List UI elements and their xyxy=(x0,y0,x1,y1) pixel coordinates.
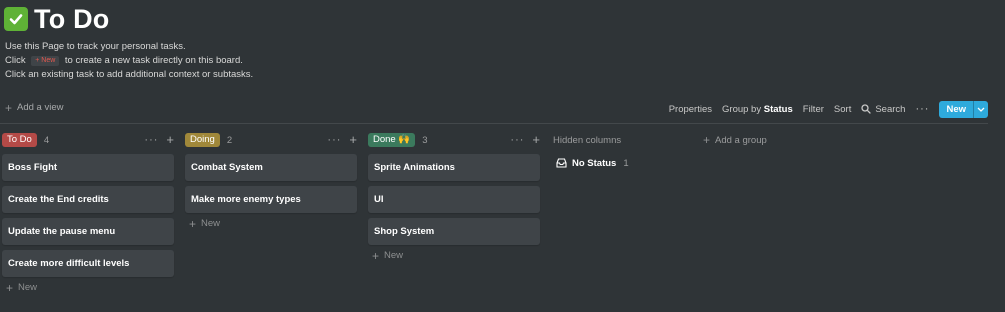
plus-icon: + xyxy=(703,133,711,147)
hidden-columns-title: Hidden columns xyxy=(553,134,622,146)
status-tag[interactable]: Done 🙌 xyxy=(368,133,416,147)
add-card-label: New xyxy=(201,218,221,229)
more-icon[interactable]: ··· xyxy=(144,134,158,146)
page-header: To Do xyxy=(4,4,109,34)
new-button-group: New xyxy=(939,100,988,118)
column-header: Doing 2 ··· + xyxy=(185,132,357,148)
column-header: Done 🙌 3 ··· + xyxy=(368,132,540,148)
board-toolbar: Properties Group by Status Filter Sort S… xyxy=(659,100,988,118)
add-view-button[interactable]: + Add a view xyxy=(5,100,64,115)
more-icon[interactable]: ··· xyxy=(510,134,524,146)
description-text: to create a new task directly on this bo… xyxy=(64,55,243,66)
board-column-todo: To Do 4 ··· + Boss Fight Create the End … xyxy=(2,132,174,295)
filter-button[interactable]: Filter xyxy=(803,104,824,115)
plus-icon: + xyxy=(372,248,380,263)
column-header: To Do 4 ··· + xyxy=(2,132,174,148)
column-actions: ··· + xyxy=(144,133,174,146)
board-column-doing: Doing 2 ··· + Combat System Make more en… xyxy=(185,132,357,231)
card[interactable]: Create more difficult levels xyxy=(2,250,174,277)
search-button[interactable]: Search xyxy=(861,104,905,115)
chevron-down-icon[interactable] xyxy=(973,100,988,118)
description-line: Click + New to create a new task directl… xyxy=(5,54,253,68)
hidden-columns: Hidden columns No Status 1 xyxy=(553,132,693,172)
plus-icon: + xyxy=(5,100,13,115)
plus-icon[interactable]: + xyxy=(349,133,357,146)
divider xyxy=(0,123,988,124)
column-count: 4 xyxy=(43,134,50,146)
add-view-label: Add a view xyxy=(17,102,64,113)
properties-button[interactable]: Properties xyxy=(669,104,712,115)
hidden-column-count: 1 xyxy=(623,157,629,169)
add-group-label: Add a group xyxy=(715,134,767,146)
card[interactable]: Sprite Animations xyxy=(368,154,540,181)
card[interactable]: Update the pause menu xyxy=(2,218,174,245)
board-column-done: Done 🙌 3 ··· + Sprite Animations UI Shop… xyxy=(368,132,540,263)
plus-icon[interactable]: + xyxy=(166,133,174,146)
plus-icon[interactable]: + xyxy=(532,133,540,146)
description-text: Click xyxy=(5,55,26,66)
group-by-value: Status xyxy=(763,103,793,115)
add-group-button[interactable]: + Add a group xyxy=(703,132,767,148)
column-count: 2 xyxy=(226,134,233,146)
inbox-icon xyxy=(556,158,567,168)
sort-button[interactable]: Sort xyxy=(834,104,851,115)
plus-icon: + xyxy=(189,216,197,231)
plus-icon: + xyxy=(6,280,14,295)
search-icon xyxy=(861,104,871,114)
card[interactable]: Boss Fight xyxy=(2,154,174,181)
card[interactable]: Make more enemy types xyxy=(185,186,357,213)
status-tag[interactable]: To Do xyxy=(2,133,37,147)
hidden-column-label: No Status xyxy=(572,157,617,169)
new-chip: + New xyxy=(31,56,60,66)
column-actions: ··· + xyxy=(510,133,540,146)
hidden-column-no-status[interactable]: No Status 1 xyxy=(553,154,693,172)
card[interactable]: Create the End credits xyxy=(2,186,174,213)
add-card-button[interactable]: + New xyxy=(368,248,540,263)
more-icon[interactable]: ··· xyxy=(327,134,341,146)
card[interactable]: UI xyxy=(368,186,540,213)
description-line: Click an existing task to add additional… xyxy=(5,69,254,80)
new-button[interactable]: New xyxy=(939,101,973,118)
card[interactable]: Shop System xyxy=(368,218,540,245)
add-card-button[interactable]: + New xyxy=(2,280,174,295)
checkmark-icon xyxy=(4,7,28,31)
group-by-button[interactable]: Group by Status xyxy=(722,104,793,115)
more-options-icon[interactable]: ··· xyxy=(915,103,929,115)
column-count: 3 xyxy=(422,134,428,146)
page-description: Use this Page to track your personal tas… xyxy=(5,40,253,82)
status-tag[interactable]: Doing xyxy=(185,133,220,147)
group-by-label: Group by xyxy=(722,103,762,115)
card[interactable]: Combat System xyxy=(185,154,357,181)
add-card-label: New xyxy=(18,282,38,293)
search-label: Search xyxy=(875,103,906,115)
column-actions: ··· + xyxy=(327,133,357,146)
page-title: To Do xyxy=(34,3,110,34)
add-card-button[interactable]: + New xyxy=(185,216,357,231)
add-card-label: New xyxy=(384,250,404,261)
description-line: Use this Page to track your personal tas… xyxy=(5,41,186,52)
